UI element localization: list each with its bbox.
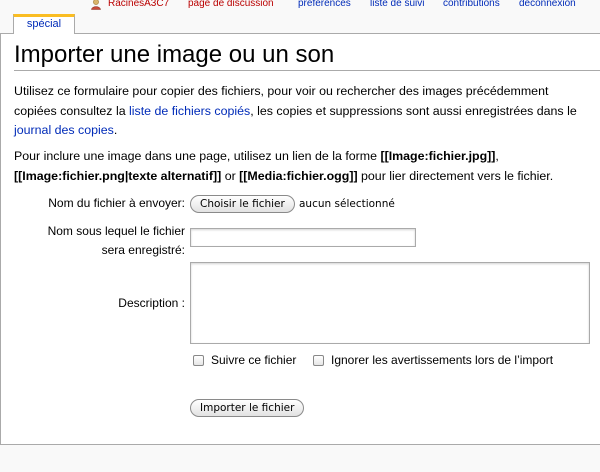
tab-special[interactable]: spécial <box>13 14 75 34</box>
ignore-warnings-checkbox[interactable] <box>313 355 324 366</box>
usage-end: pour lier directement vers le fichier. <box>357 168 554 183</box>
dest-label-line1: Nom sous lequel le fichier <box>47 224 185 238</box>
talk-link[interactable]: page de discussion <box>188 0 274 9</box>
upload-submit-button[interactable]: Importer le fichier <box>190 399 305 417</box>
usage-paragraph: Pour inclure une image dans une page, ut… <box>14 147 594 186</box>
dest-filename-input[interactable] <box>190 228 416 247</box>
title-divider <box>14 70 600 71</box>
contributions-link[interactable]: contributions <box>443 0 500 9</box>
dest-label: Nom sous lequel le fichier sera enregist… <box>1 223 185 259</box>
personal-tools: RacinesA3C7 page de discussion préférenc… <box>0 0 600 12</box>
usage-text-1: Pour inclure une image dans une page, ut… <box>14 149 381 163</box>
user-page-link[interactable]: RacinesA3C7 <box>108 0 169 9</box>
intro-text-2: , les copies et suppressions sont aussi … <box>250 103 577 118</box>
intro-text-3: . <box>113 123 118 137</box>
choose-file-button[interactable]: Choisir le fichier <box>190 195 295 213</box>
intro-paragraph: Utilisez ce formulaire pour copier des f… <box>14 82 594 141</box>
ignore-warnings-label: Ignorer les avertissements lors de l’imp… <box>331 353 554 367</box>
upload-log-link[interactable]: journal des copies <box>14 123 114 137</box>
usage-code-image-alt: [[Image:fichier.png|texte alternatif]] <box>14 168 222 183</box>
usage-or: or <box>221 168 240 183</box>
dest-label-line2: sera enregistré: <box>101 243 185 257</box>
no-file-text: aucun sélectionné <box>299 198 395 210</box>
upload-list-link[interactable]: liste de fichiers copiés <box>129 104 250 118</box>
user-icon <box>91 0 101 10</box>
usage-code-media: [[Media:fichier.ogg]] <box>239 168 358 183</box>
usage-code-image: [[Image:fichier.jpg]] <box>380 149 496 163</box>
preferences-link[interactable]: préférences <box>298 0 351 9</box>
description-textarea[interactable] <box>190 262 590 344</box>
page-title: Importer une image ou un son <box>14 41 335 68</box>
content-area: Importer une image ou un son Utilisez ce… <box>0 33 600 445</box>
watch-checkbox[interactable] <box>193 355 204 366</box>
usage-sep: , <box>495 149 499 163</box>
description-label: Description : <box>118 296 185 310</box>
watchlist-link[interactable]: liste de suivi <box>370 0 424 9</box>
watch-label: Suivre ce fichier <box>211 353 297 367</box>
file-label: Nom du fichier à envoyer: <box>48 196 185 210</box>
logout-link[interactable]: déconnexion <box>519 0 576 9</box>
